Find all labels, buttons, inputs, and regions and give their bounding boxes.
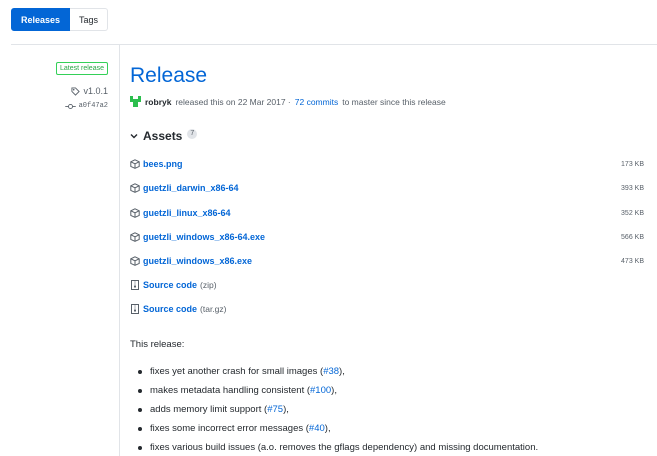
commit-sha: a0f47a2	[78, 102, 108, 110]
list-item: makes metadata handling consistent (#100…	[138, 381, 538, 400]
asset-name[interactable]: guetzli_windows_x86-64.exe	[143, 232, 265, 242]
list-item: fixes yet another crash for small images…	[138, 362, 538, 381]
asset-name[interactable]: Source code	[143, 304, 197, 314]
tag-icon	[71, 86, 81, 96]
notes-intro: This release:	[130, 339, 185, 350]
released-text: released this on 22 Mar 2017 ·	[175, 96, 291, 107]
note-text: makes metadata handling consistent (	[150, 385, 311, 396]
tab-releases[interactable]: Releases	[11, 8, 71, 31]
asset-format: (zip)	[200, 280, 217, 290]
release-notes-list: fixes yet another crash for small images…	[138, 362, 538, 456]
timeline-divider	[119, 44, 120, 456]
note-text: fixes yet another crash for small images…	[150, 366, 324, 377]
commits-link[interactable]: 72 commits	[295, 97, 338, 107]
latest-release-badge: Latest release	[56, 62, 108, 75]
note-tail: ),	[331, 385, 337, 396]
asset-row[interactable]: guetzli_darwin_x86-64 393 KB	[130, 180, 644, 196]
asset-row[interactable]: guetzli_windows_x86.exe 473 KB	[130, 253, 644, 269]
asset-name[interactable]: guetzli_linux_x86-64	[143, 208, 231, 218]
package-icon	[130, 208, 140, 218]
asset-format: (tar.gz)	[200, 304, 227, 314]
asset-name[interactable]: bees.png	[143, 159, 183, 169]
note-text: fixes various build issues (a.o. removes…	[150, 442, 539, 453]
assets-heading: Assets	[143, 129, 183, 143]
issue-link[interactable]: #40	[309, 423, 325, 434]
issue-link[interactable]: #100	[310, 385, 331, 396]
tag-link[interactable]: v1.0.1	[71, 86, 108, 96]
issue-link[interactable]: #38	[323, 366, 339, 377]
chevron-down-icon	[130, 134, 138, 139]
asset-name[interactable]: guetzli_windows_x86.exe	[143, 256, 252, 266]
asset-size: 352 KB	[621, 209, 644, 217]
release-byline: robryk released this on 22 Mar 2017 · 72…	[130, 96, 446, 107]
asset-name[interactable]: guetzli_darwin_x86-64	[143, 183, 239, 193]
package-icon	[130, 232, 140, 242]
issue-link[interactable]: #75	[267, 404, 283, 415]
note-text: adds memory limit support (	[150, 404, 268, 415]
commit-icon	[64, 103, 76, 109]
release-tabs: Releases Tags	[11, 8, 109, 31]
avatar[interactable]	[130, 96, 141, 107]
note-tail: ),	[324, 423, 331, 434]
asset-size: 393 KB	[621, 184, 644, 192]
file-zip-icon	[131, 280, 139, 290]
note-text: fixes some incorrect error messages (	[150, 423, 309, 434]
list-item: fixes some incorrect error messages (#40…	[138, 419, 538, 438]
asset-size: 566 KB	[621, 233, 644, 241]
asset-row[interactable]: guetzli_windows_x86-64.exe 566 KB	[130, 229, 644, 245]
assets-count: 7	[187, 129, 198, 139]
asset-row[interactable]: guetzli_linux_x86-64 352 KB	[130, 205, 644, 221]
header-divider	[11, 44, 657, 45]
assets-toggle[interactable]: Assets 7	[130, 129, 198, 143]
list-item: adds memory limit support (#75),	[138, 400, 538, 419]
asset-size: 173 KB	[621, 160, 644, 168]
commit-link[interactable]: a0f47a2	[64, 102, 108, 110]
note-tail: ),	[283, 404, 289, 415]
note-tail: ),	[339, 366, 345, 377]
list-item: fixes various build issues (a.o. removes…	[138, 438, 538, 456]
since-text: to master since this release	[342, 96, 446, 107]
asset-row[interactable]: bees.png 173 KB	[130, 156, 644, 172]
file-zip-icon	[131, 304, 139, 314]
asset-row[interactable]: Source code (zip)	[130, 277, 644, 293]
asset-size: 473 KB	[621, 257, 644, 265]
author-link[interactable]: robryk	[145, 97, 171, 107]
release-meta: Latest release v1.0.1 a0f47a2	[11, 62, 108, 110]
asset-name[interactable]: Source code	[143, 280, 197, 290]
asset-row[interactable]: Source code (tar.gz)	[130, 301, 644, 317]
package-icon	[130, 159, 140, 169]
tag-name: v1.0.1	[83, 86, 108, 96]
tab-tags[interactable]: Tags	[70, 8, 109, 31]
package-icon	[130, 256, 140, 266]
package-icon	[130, 183, 140, 193]
release-title[interactable]: Release	[130, 64, 207, 88]
